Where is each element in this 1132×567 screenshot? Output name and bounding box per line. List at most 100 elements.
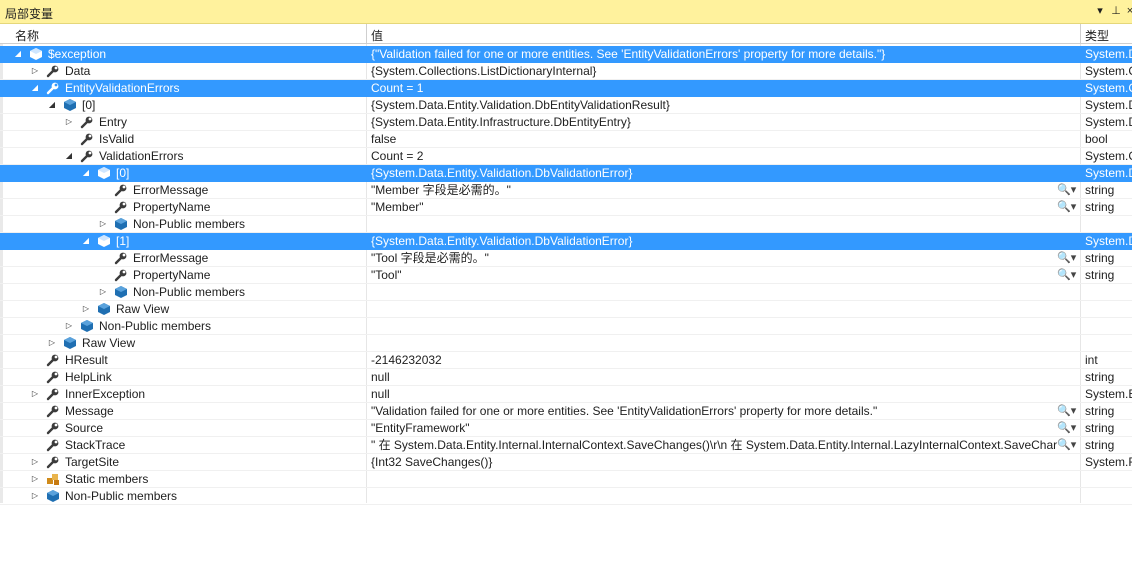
expand-arrow-icon[interactable]: ▷ <box>98 287 108 297</box>
column-splitter[interactable] <box>366 24 367 44</box>
collapse-arrow-icon[interactable]: ◢ <box>13 49 23 59</box>
row-value[interactable] <box>371 318 1061 334</box>
row-value[interactable]: " 在 System.Data.Entity.Internal.Internal… <box>371 437 1061 453</box>
magnifier-visualizer-icon[interactable]: 🔍▾ <box>1057 182 1081 198</box>
tree-row[interactable]: ▷ Data {System.Collections.ListDictionaryI… <box>0 63 1132 80</box>
row-value[interactable]: "Validation failed for one or more entit… <box>371 403 1061 419</box>
tree-row[interactable]: ◢ [1] {System.Data.Entity.Validation.DbVal… <box>0 233 1132 250</box>
row-name: Raw View <box>116 302 170 316</box>
magnifier-visualizer-icon[interactable]: 🔍▾ <box>1057 267 1081 283</box>
expand-arrow-icon[interactable]: ▷ <box>64 117 74 127</box>
row-type <box>1085 216 1132 232</box>
row-value[interactable]: null <box>371 386 1061 402</box>
row-value[interactable]: "Tool 字段是必需的。" <box>371 250 1061 266</box>
expand-arrow-icon[interactable]: ▷ <box>47 338 57 348</box>
window-title: 局部变量 <box>5 7 54 21</box>
magnifier-visualizer-icon[interactable]: 🔍▾ <box>1057 250 1081 266</box>
tree-row[interactable]: HResult -2146232032 int <box>0 352 1132 369</box>
collapse-arrow-icon[interactable]: ◢ <box>81 168 91 178</box>
row-name-cell: ▷ Raw View <box>0 335 366 351</box>
row-value[interactable]: {System.Data.Entity.Validation.DbValidat… <box>371 165 1061 181</box>
magnifier-visualizer-icon[interactable]: 🔍▾ <box>1057 420 1081 436</box>
row-value[interactable] <box>371 488 1061 504</box>
property-wrench-icon <box>114 200 128 214</box>
tree-row[interactable]: ▷ Non-Public members <box>0 216 1132 233</box>
row-value[interactable]: null <box>371 369 1061 385</box>
row-value[interactable]: "Tool" <box>371 267 1061 283</box>
tree-row[interactable]: Message "Validation failed for one or mor… <box>0 403 1132 420</box>
row-value[interactable]: {"Validation failed for one or more enti… <box>371 46 1061 62</box>
row-value[interactable]: {System.Data.Entity.Validation.DbEntityV… <box>371 97 1061 113</box>
expand-arrow-icon[interactable]: ▷ <box>30 389 40 399</box>
tree-row[interactable]: PropertyName "Tool" 🔍▾ string <box>0 267 1132 284</box>
column-header-type[interactable]: 类型 <box>1085 27 1109 44</box>
row-value[interactable]: -2146232032 <box>371 352 1061 368</box>
magnifier-visualizer-icon[interactable]: 🔍▾ <box>1057 437 1081 453</box>
tree-row[interactable]: ◢ [0] {System.Data.Entity.Validation.DbEnt… <box>0 97 1132 114</box>
row-value[interactable]: "Member 字段是必需的。" <box>371 182 1061 198</box>
object-icon <box>114 217 128 231</box>
tree-row[interactable]: HelpLink null string <box>0 369 1132 386</box>
tree-row[interactable]: ▷ TargetSite {Int32 SaveChanges()} System.F <box>0 454 1132 471</box>
tree-row[interactable]: ErrorMessage "Tool 字段是必需的。" 🔍▾ string <box>0 250 1132 267</box>
row-value[interactable] <box>371 335 1061 351</box>
row-name: ErrorMessage <box>133 251 209 265</box>
row-value[interactable] <box>371 284 1061 300</box>
collapse-arrow-icon[interactable]: ◢ <box>47 100 57 110</box>
property-wrench-icon <box>46 421 60 435</box>
column-header-name[interactable]: 名称 <box>15 27 39 44</box>
close-icon[interactable]: × <box>1122 3 1132 19</box>
row-name: Non-Public members <box>133 217 246 231</box>
expand-arrow-icon[interactable]: ▷ <box>64 321 74 331</box>
object-icon <box>97 234 111 248</box>
tree-row[interactable]: ▷ Raw View <box>0 335 1132 352</box>
tree-row[interactable]: Source "EntityFramework" 🔍▾ string <box>0 420 1132 437</box>
expand-arrow-icon[interactable]: ▷ <box>81 304 91 314</box>
tree-row[interactable]: ▷ InnerException null System.E <box>0 386 1132 403</box>
tree-row[interactable]: ▷ Non-Public members <box>0 488 1132 505</box>
collapse-arrow-icon[interactable]: ◢ <box>81 236 91 246</box>
expand-arrow-icon[interactable]: ▷ <box>30 457 40 467</box>
expand-arrow-icon[interactable]: ▷ <box>30 66 40 76</box>
row-name: Non-Public members <box>133 285 246 299</box>
tree-row[interactable]: StackTrace " 在 System.Data.Entity.Interna… <box>0 437 1132 454</box>
row-type <box>1085 471 1132 487</box>
tree-row[interactable]: PropertyName "Member" 🔍▾ string <box>0 199 1132 216</box>
row-value[interactable]: {System.Data.Entity.Infrastructure.DbEnt… <box>371 114 1061 130</box>
row-type: System.D <box>1085 166 1132 180</box>
row-value[interactable]: Count = 1 <box>371 80 1061 96</box>
magnifier-visualizer-icon[interactable]: 🔍▾ <box>1057 199 1081 215</box>
expand-arrow-icon[interactable]: ▷ <box>30 474 40 484</box>
tree-row[interactable]: ▷ Non-Public members <box>0 284 1132 301</box>
window-dropdown-icon[interactable]: ▾ <box>1092 3 1108 19</box>
collapse-arrow-icon[interactable]: ◢ <box>64 151 74 161</box>
row-value[interactable]: "Member" <box>371 199 1061 215</box>
tree-row[interactable]: ▷ Non-Public members <box>0 318 1132 335</box>
tree-row[interactable]: ◢ $exception {"Validation failed for one o… <box>0 46 1132 63</box>
row-value[interactable]: {System.Collections.ListDictionaryIntern… <box>371 63 1061 79</box>
tree-row[interactable]: ◢ EntityValidationErrors Count = 1 System.C <box>0 80 1132 97</box>
row-value[interactable]: Count = 2 <box>371 148 1061 164</box>
row-value[interactable]: false <box>371 131 1061 147</box>
row-value[interactable] <box>371 471 1061 487</box>
collapse-arrow-icon[interactable]: ◢ <box>30 83 40 93</box>
column-splitter[interactable] <box>1080 24 1081 44</box>
tree-row[interactable]: IsValid false bool <box>0 131 1132 148</box>
row-value[interactable]: {System.Data.Entity.Validation.DbValidat… <box>371 233 1061 249</box>
row-name-cell: HelpLink <box>0 369 366 385</box>
row-value[interactable]: "EntityFramework" <box>371 420 1061 436</box>
magnifier-visualizer-icon[interactable]: 🔍▾ <box>1057 403 1081 419</box>
tree-row[interactable]: ◢ ValidationErrors Count = 2 System.C <box>0 148 1132 165</box>
tree-row[interactable]: ▷ Raw View <box>0 301 1132 318</box>
tree-row[interactable]: ErrorMessage "Member 字段是必需的。" 🔍▾ string <box>0 182 1132 199</box>
row-value[interactable] <box>371 301 1061 317</box>
row-type: string <box>1085 268 1115 282</box>
row-value[interactable]: {Int32 SaveChanges()} <box>371 454 1061 470</box>
tree-row[interactable]: ◢ [0] {System.Data.Entity.Validation.DbVal… <box>0 165 1132 182</box>
expand-arrow-icon[interactable]: ▷ <box>30 491 40 501</box>
expand-arrow-icon[interactable]: ▷ <box>98 219 108 229</box>
row-value[interactable] <box>371 216 1061 232</box>
tree-row[interactable]: ▷ Static members <box>0 471 1132 488</box>
tree-row[interactable]: ▷ Entry {System.Data.Entity.Infrastructure… <box>0 114 1132 131</box>
column-header-value[interactable]: 值 <box>371 27 383 44</box>
